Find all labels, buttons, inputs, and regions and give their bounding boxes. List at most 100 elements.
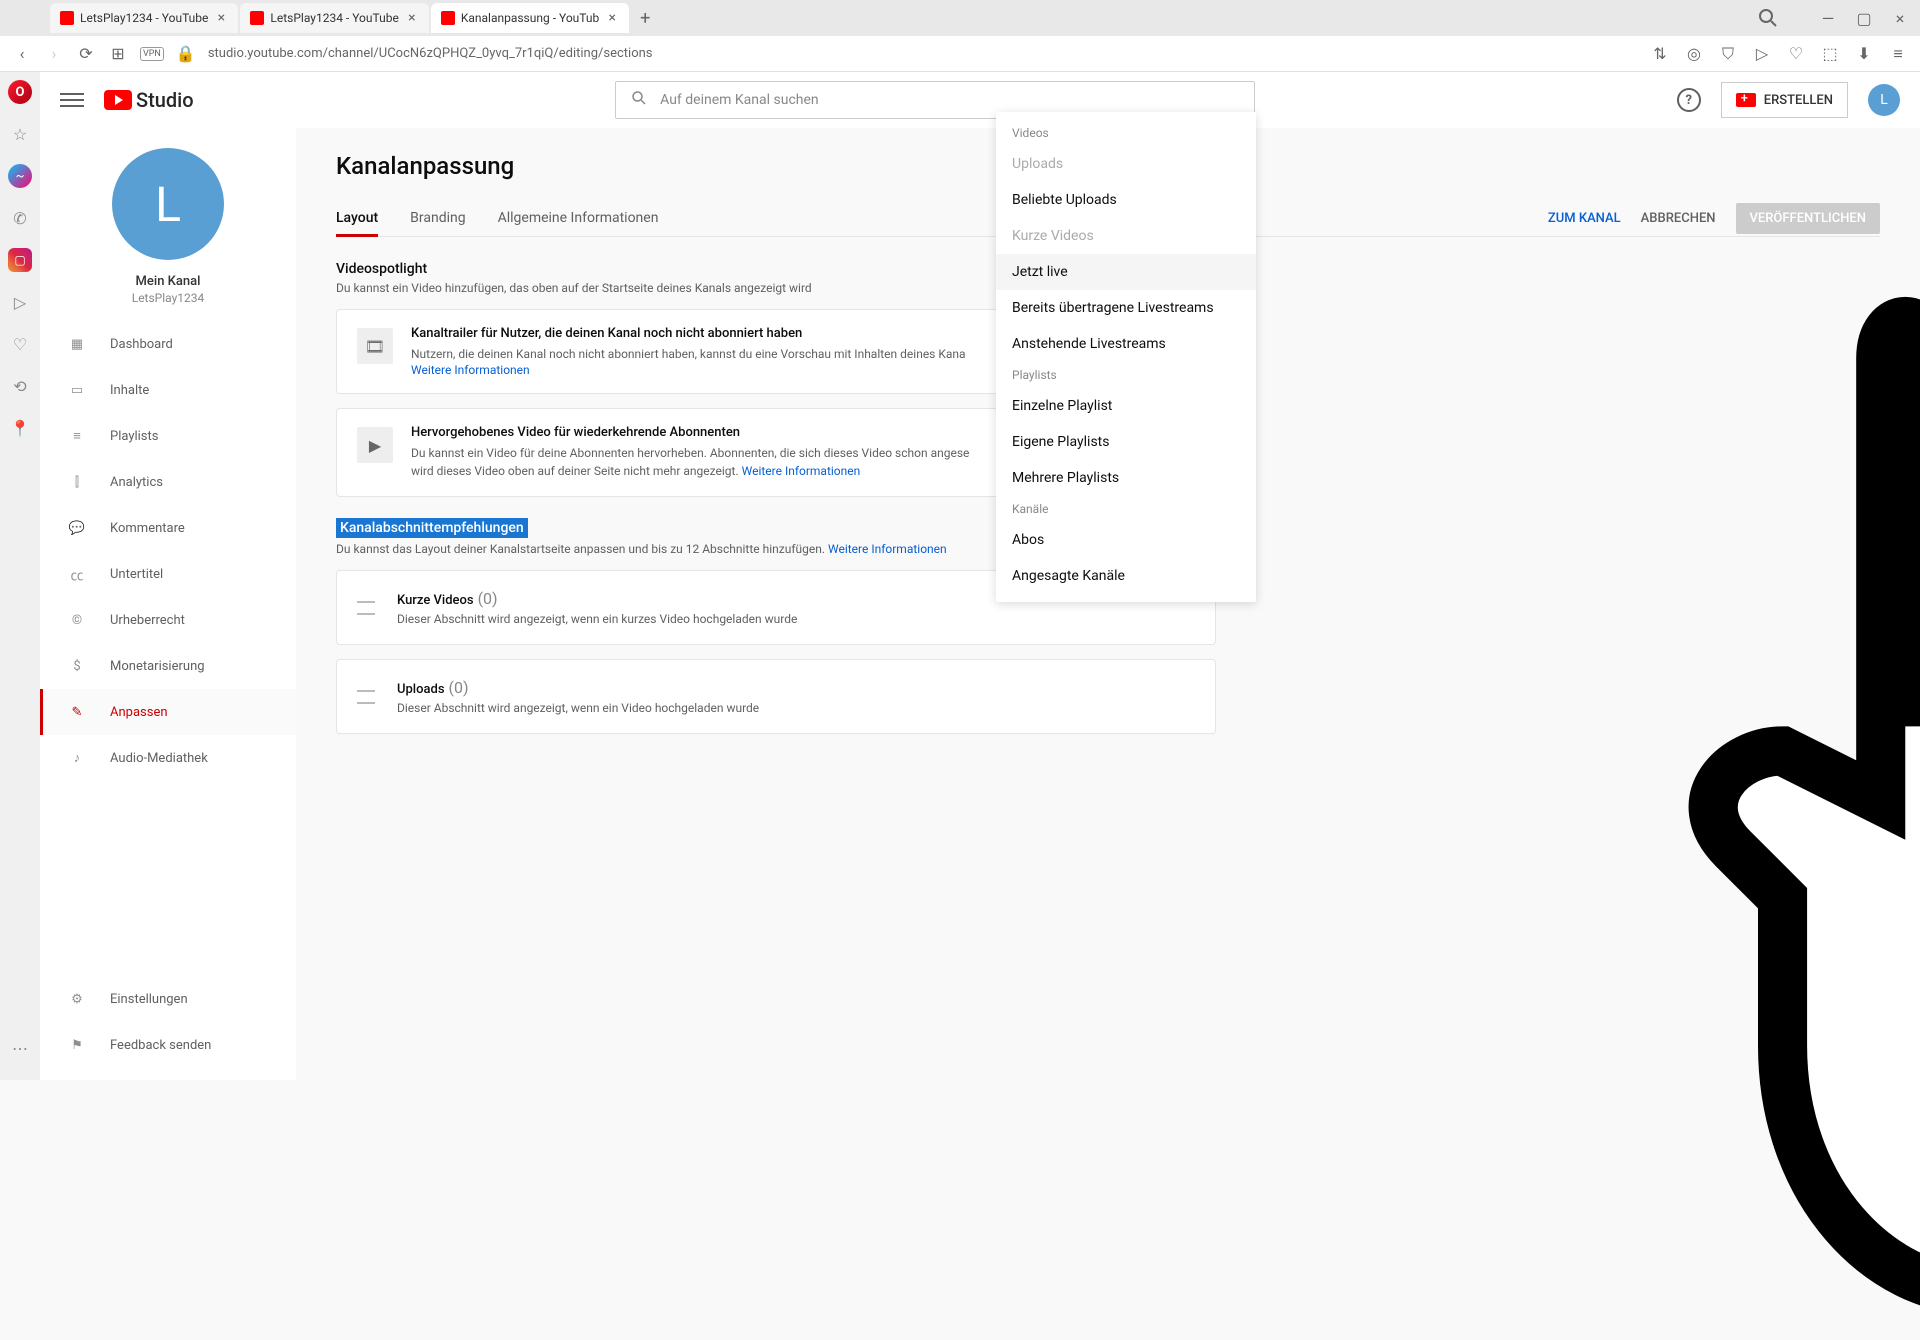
- menu-icon[interactable]: ≡: [1888, 44, 1908, 64]
- dd-item-kurze[interactable]: Kurze Videos: [996, 218, 1256, 254]
- browser-tab-strip: LetsPlay1234 - YouTube × LetsPlay1234 - …: [0, 0, 1920, 36]
- nav-label: Einstellungen: [110, 992, 188, 1007]
- nav-label: Feedback senden: [110, 1038, 211, 1053]
- dd-header-playlists: Playlists: [996, 362, 1256, 388]
- nav-dashboard[interactable]: ▦Dashboard: [40, 321, 296, 367]
- tab-branding[interactable]: Branding: [410, 200, 465, 236]
- browser-tab-2[interactable]: Kanalanpassung - YouTub ×: [431, 3, 629, 33]
- dd-item-bereits[interactable]: Bereits übertragene Livestreams: [996, 290, 1256, 326]
- opera-sidebar: O ☆ ~ ✆ ▢ ▷ ♡ ⟲ 📍 ⋯: [0, 72, 40, 1080]
- cube-icon[interactable]: ⬚: [1820, 44, 1840, 64]
- trailer-link[interactable]: Weitere Informationen: [411, 363, 966, 377]
- nav-feedback[interactable]: ⚑ Feedback senden: [40, 1022, 296, 1068]
- history-icon[interactable]: ⟲: [8, 374, 32, 398]
- dd-item-eigene[interactable]: Eigene Playlists: [996, 424, 1256, 460]
- drag-handle-icon[interactable]: [357, 690, 375, 704]
- send-icon[interactable]: ▷: [1752, 44, 1772, 64]
- featured-desc: Du kannst ein Video für deine Abonnenten…: [411, 446, 969, 460]
- search-icon[interactable]: [1756, 6, 1780, 30]
- gear-icon: ⚙: [66, 988, 88, 1010]
- dd-item-einzelne[interactable]: Einzelne Playlist: [996, 388, 1256, 424]
- dd-item-uploads[interactable]: Uploads: [996, 146, 1256, 182]
- content-icon: ▭: [66, 379, 88, 401]
- browser-tab-0[interactable]: LetsPlay1234 - YouTube ×: [50, 3, 238, 33]
- apps-icon[interactable]: ⊞: [108, 44, 128, 64]
- nav-audio[interactable]: ♪Audio-Mediathek: [40, 735, 296, 781]
- dd-header-kanale: Kanäle: [996, 496, 1256, 522]
- hamburger-icon[interactable]: [60, 88, 84, 112]
- nav-playlists[interactable]: ≡Playlists: [40, 413, 296, 459]
- abbrechen-button[interactable]: ABBRECHEN: [1641, 211, 1716, 226]
- feedback-icon: ⚑: [66, 1034, 88, 1056]
- nav-inhalte[interactable]: ▭Inhalte: [40, 367, 296, 413]
- studio-label: Studio: [136, 88, 194, 112]
- close-window-icon[interactable]: ×: [1888, 6, 1912, 30]
- dd-item-beliebte[interactable]: Beliebte Uploads: [996, 182, 1256, 218]
- nav-kommentare[interactable]: 💬Kommentare: [40, 505, 296, 551]
- trailer-desc: Nutzern, die deinen Kanal noch nicht abo…: [411, 347, 966, 361]
- nav-analytics[interactable]: ⫿Analytics: [40, 459, 296, 505]
- avatar[interactable]: L: [1868, 84, 1900, 116]
- camera-icon[interactable]: ◎: [1684, 44, 1704, 64]
- drag-handle-icon[interactable]: [357, 601, 375, 615]
- search-input[interactable]: [660, 92, 1240, 108]
- reload-icon[interactable]: ⟳: [76, 44, 96, 64]
- heart-sidebar-icon[interactable]: ♡: [8, 332, 32, 356]
- dd-item-abos[interactable]: Abos: [996, 522, 1256, 558]
- close-icon[interactable]: ×: [405, 11, 419, 25]
- forward-icon[interactable]: ›: [44, 44, 64, 64]
- play-icon[interactable]: ▷: [8, 290, 32, 314]
- url-text[interactable]: studio.youtube.com/channel/UCocN6zQPHQZ_…: [208, 46, 1638, 61]
- dd-item-angesagte[interactable]: Angesagte Kanäle: [996, 558, 1256, 594]
- tab-title: Kanalanpassung - YouTub: [461, 11, 599, 25]
- whatsapp-icon[interactable]: ✆: [8, 206, 32, 230]
- sc-desc: Dieser Abschnitt wird angezeigt, wenn ei…: [397, 701, 759, 715]
- nav-anpassen[interactable]: ✎Anpassen: [40, 689, 296, 735]
- dd-item-mehrere[interactable]: Mehrere Playlists: [996, 460, 1256, 496]
- channel-name: Mein Kanal: [136, 274, 201, 289]
- download-icon[interactable]: ⬇: [1854, 44, 1874, 64]
- browser-tab-1[interactable]: LetsPlay1234 - YouTube ×: [240, 3, 428, 33]
- nav-monetarisierung[interactable]: $Monetarisierung: [40, 643, 296, 689]
- close-icon[interactable]: ×: [605, 11, 619, 25]
- tab-info[interactable]: Allgemeine Informationen: [498, 200, 659, 236]
- sc-count: (0): [478, 589, 498, 608]
- lock-icon[interactable]: 🔒: [176, 44, 196, 64]
- publish-button[interactable]: VERÖFFENTLICHEN: [1736, 203, 1880, 234]
- instagram-icon[interactable]: ▢: [8, 248, 32, 272]
- new-tab-button[interactable]: +: [631, 4, 659, 32]
- zum-kanal-button[interactable]: ZUM KANAL: [1548, 211, 1621, 226]
- opera-logo-icon[interactable]: O: [8, 80, 32, 104]
- dd-item-jetzt-live[interactable]: Jetzt live: [996, 254, 1256, 290]
- nav-urheberrecht[interactable]: ©Urheberrecht: [40, 597, 296, 643]
- tab-title: LetsPlay1234 - YouTube: [270, 11, 398, 25]
- star-icon[interactable]: ☆: [8, 122, 32, 146]
- messenger-icon[interactable]: ~: [8, 164, 32, 188]
- nav-untertitel[interactable]: ㏄Untertitel: [40, 551, 296, 597]
- create-button[interactable]: ERSTELLEN: [1721, 82, 1848, 118]
- maximize-icon[interactable]: ▢: [1852, 6, 1876, 30]
- sync-icon[interactable]: ⇅: [1650, 44, 1670, 64]
- heart-icon[interactable]: ♡: [1786, 44, 1806, 64]
- more-icon[interactable]: ⋯: [8, 1036, 32, 1060]
- shield-icon[interactable]: ⛉: [1718, 44, 1738, 64]
- nav-einstellungen[interactable]: ⚙ Einstellungen: [40, 976, 296, 1022]
- studio-logo[interactable]: Studio: [104, 88, 194, 112]
- tab-layout[interactable]: Layout: [336, 200, 378, 236]
- pin-icon[interactable]: 📍: [8, 416, 32, 440]
- section-card-1[interactable]: Uploads (0) Dieser Abschnitt wird angeze…: [336, 659, 1216, 734]
- trailer-icon: 🎞: [357, 328, 393, 364]
- channel-avatar[interactable]: L: [112, 148, 224, 260]
- nav-label: Dashboard: [110, 337, 173, 352]
- sections-title: Kanalabschnittempfehlungen: [336, 518, 528, 538]
- comments-icon: 💬: [66, 517, 88, 539]
- featured-link[interactable]: Weitere Informationen: [742, 464, 861, 478]
- help-icon[interactable]: ?: [1677, 88, 1701, 112]
- dd-item-anstehende[interactable]: Anstehende Livestreams: [996, 326, 1256, 362]
- tab-favicon: [250, 11, 264, 25]
- back-icon[interactable]: ‹: [12, 44, 32, 64]
- sections-sub-link[interactable]: Weitere Informationen: [828, 542, 947, 556]
- minimize-icon[interactable]: —: [1816, 6, 1840, 30]
- close-icon[interactable]: ×: [214, 11, 228, 25]
- vpn-icon[interactable]: VPN: [140, 47, 164, 61]
